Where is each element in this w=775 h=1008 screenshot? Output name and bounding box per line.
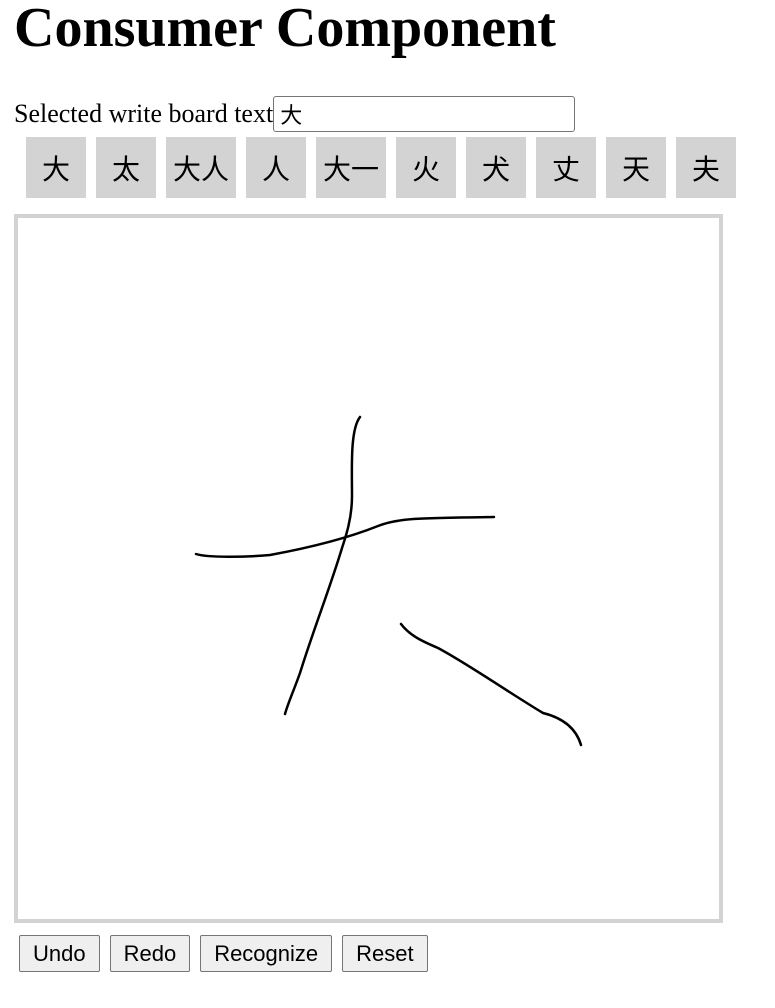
ink-stroke bbox=[399, 622, 583, 747]
selected-text-input[interactable] bbox=[273, 96, 576, 132]
redo-button[interactable]: Redo bbox=[109, 935, 191, 972]
candidate-list: 大 太 大人 人 大一 火 犬 丈 天 夫 bbox=[26, 137, 746, 198]
selected-text-row: Selected write board text bbox=[14, 95, 576, 133]
candidate-button[interactable]: 大一 bbox=[316, 137, 386, 198]
candidate-button[interactable]: 火 bbox=[396, 137, 456, 198]
candidate-button[interactable]: 犬 bbox=[466, 137, 526, 198]
candidate-button[interactable]: 天 bbox=[606, 137, 666, 198]
handwriting-canvas[interactable] bbox=[18, 218, 719, 919]
candidate-button[interactable]: 大 bbox=[26, 137, 86, 198]
candidate-button[interactable]: 人 bbox=[246, 137, 306, 198]
recognize-button[interactable]: Recognize bbox=[200, 935, 333, 972]
candidate-button[interactable]: 丈 bbox=[536, 137, 596, 198]
write-board[interactable] bbox=[14, 214, 723, 923]
ink-stroke bbox=[283, 415, 362, 716]
candidate-button[interactable]: 大人 bbox=[166, 137, 236, 198]
reset-button[interactable]: Reset bbox=[342, 935, 428, 972]
candidate-button[interactable]: 太 bbox=[96, 137, 156, 198]
selected-text-label: Selected write board text bbox=[14, 99, 274, 128]
board-controls: Undo Redo Recognize Reset bbox=[19, 935, 438, 972]
candidate-button[interactable]: 夫 bbox=[676, 137, 736, 198]
undo-button[interactable]: Undo bbox=[19, 935, 100, 972]
page-title: Consumer Component bbox=[14, 0, 556, 59]
